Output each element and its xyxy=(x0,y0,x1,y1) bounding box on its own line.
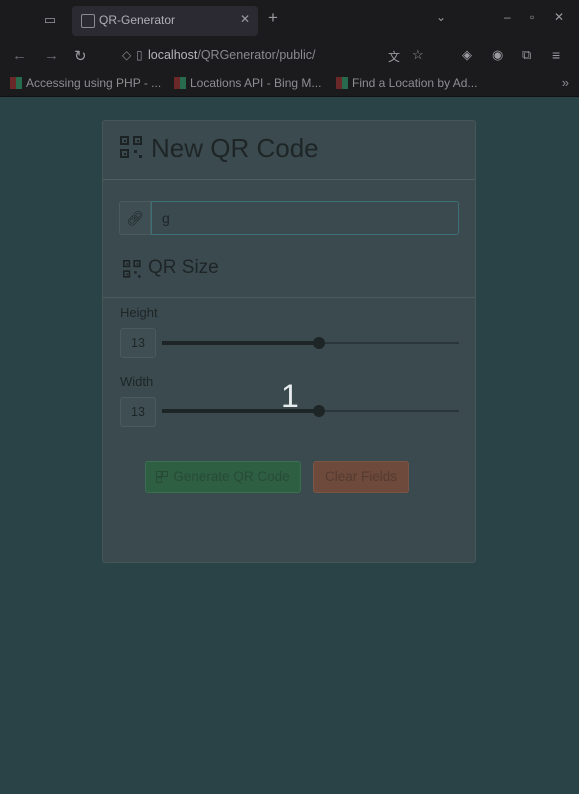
address-bar[interactable]: ◇ ▯ localhost/QRGenerator/public/ 文 ☆ xyxy=(108,45,446,67)
height-value: 13 xyxy=(120,328,156,358)
width-label: Width xyxy=(120,374,154,389)
new-tab-icon[interactable]: + xyxy=(268,8,278,28)
favicon-icon xyxy=(81,14,95,28)
qr-size-heading: QR Size xyxy=(148,257,219,278)
qr-card: New QR Code 🔗︎ QR Size Height 13 Width 1… xyxy=(102,120,476,563)
url-input-group: 🔗︎ xyxy=(119,201,461,235)
width-slider[interactable] xyxy=(162,405,459,417)
reload-icon[interactable]: ↻ xyxy=(74,47,87,65)
url-text: localhost/QRGenerator/public/ xyxy=(148,48,316,62)
tab-list-icon[interactable]: ▭ xyxy=(40,10,60,30)
bookmark-item[interactable]: Accessing using PHP - ... xyxy=(10,76,161,90)
back-icon[interactable]: ← xyxy=(12,47,27,64)
qrcode-icon xyxy=(120,136,142,158)
chevron-down-icon[interactable]: ⌄ xyxy=(436,10,446,24)
card-header: New QR Code xyxy=(103,121,475,180)
slider-thumb[interactable] xyxy=(313,337,326,349)
tab-title: QR-Generator xyxy=(99,13,176,27)
overlay-counter: 1 xyxy=(281,378,299,414)
page-title: New QR Code xyxy=(151,133,319,163)
bookmarks-bar: Accessing using PHP - ... Locations API … xyxy=(0,72,579,97)
bookmark-item[interactable]: Locations API - Bing M... xyxy=(174,76,321,90)
width-value: 13 xyxy=(120,397,156,427)
slider-fill xyxy=(162,341,320,345)
bookmark-star-icon[interactable]: ☆ xyxy=(412,47,424,63)
bookmark-favicon-icon xyxy=(174,77,186,89)
close-window-icon[interactable]: ✕ xyxy=(554,10,564,24)
qrcode-icon xyxy=(123,260,141,278)
browser-nav-bar: ← → ↻ ◇ ▯ localhost/QRGenerator/public/ … xyxy=(0,40,579,72)
extensions-icon[interactable]: ⧉ xyxy=(522,47,531,63)
chevron-right-icon[interactable]: » xyxy=(562,75,569,90)
forward-icon[interactable]: → xyxy=(44,47,59,64)
minimize-icon[interactable]: – xyxy=(504,10,511,24)
maximize-icon[interactable]: ▫ xyxy=(530,10,534,24)
page-icon: ▯ xyxy=(136,48,143,62)
browser-tab[interactable]: QR-Generator ✕ xyxy=(72,6,258,36)
translate-icon[interactable]: 文 xyxy=(388,48,400,65)
account-icon[interactable]: ◉ xyxy=(492,47,503,63)
clear-fields-button[interactable]: Clear Fields xyxy=(313,461,409,493)
height-slider[interactable] xyxy=(162,337,459,349)
close-tab-icon[interactable]: ✕ xyxy=(240,12,250,26)
divider xyxy=(103,297,475,298)
link-icon: 🔗︎ xyxy=(119,201,151,235)
browser-tab-bar: ▭ QR-Generator ✕ + ⌄ – ▫ ✕ xyxy=(0,0,579,40)
pocket-icon[interactable]: ◈ xyxy=(462,47,472,63)
url-input[interactable] xyxy=(151,201,459,235)
bookmark-item[interactable]: Find a Location by Ad... xyxy=(336,76,477,90)
qrcode-icon xyxy=(156,471,169,483)
slider-thumb[interactable] xyxy=(313,405,326,417)
bookmark-favicon-icon xyxy=(10,77,22,89)
height-label: Height xyxy=(120,305,158,320)
shield-icon[interactable]: ◇ xyxy=(122,48,131,62)
bookmark-favicon-icon xyxy=(336,77,348,89)
menu-icon[interactable]: ≡ xyxy=(552,47,560,63)
generate-qr-button[interactable]: Generate QR Code xyxy=(145,461,301,493)
